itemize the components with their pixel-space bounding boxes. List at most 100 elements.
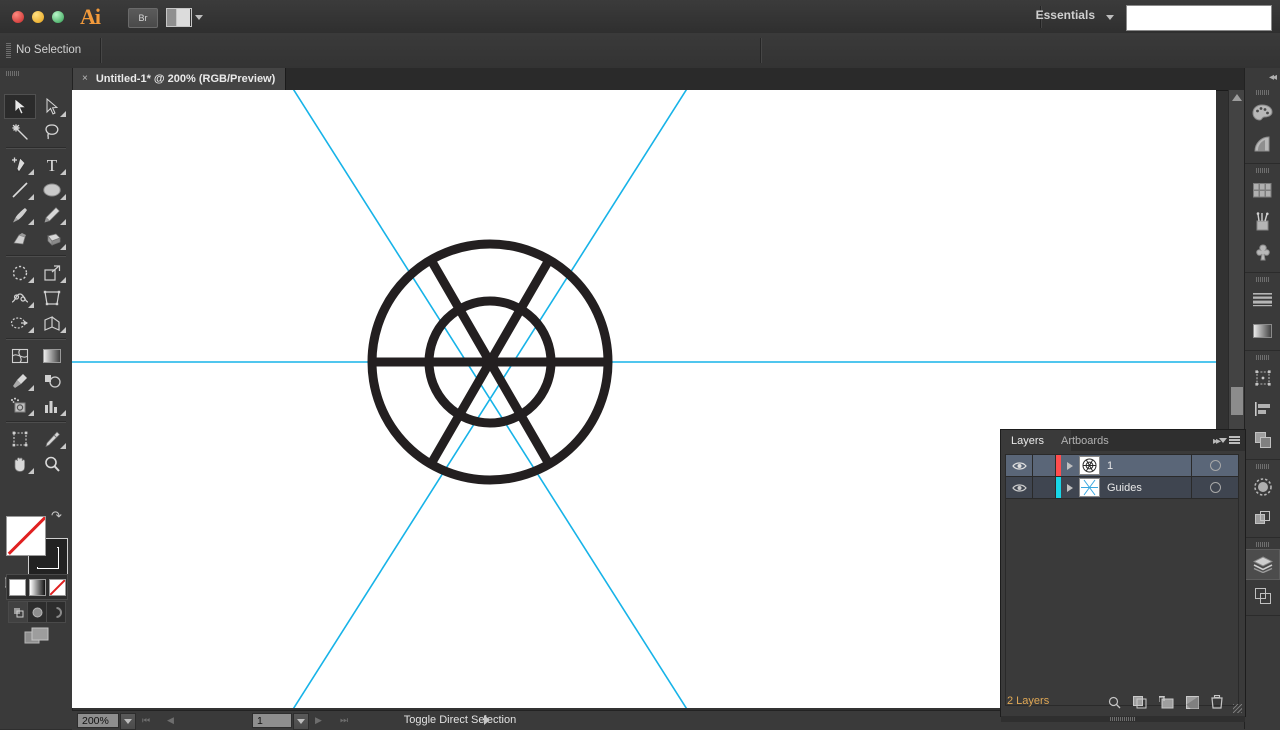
free-transform-tool[interactable] (36, 285, 68, 310)
color-panel-icon[interactable] (1245, 97, 1280, 128)
fill-color-swatch[interactable] (6, 516, 46, 556)
full-screen-with-menu-bar-button[interactable] (28, 602, 47, 622)
line-segment-tool[interactable] (4, 177, 36, 202)
pathfinder-panel-icon[interactable] (1245, 424, 1280, 455)
graphic-styles-panel-icon[interactable] (1245, 502, 1280, 533)
normal-screen-mode-button[interactable] (9, 602, 28, 622)
create-new-layer-icon[interactable] (1186, 695, 1199, 712)
dock-grip[interactable] (1255, 542, 1270, 547)
selection-tool[interactable] (4, 94, 36, 119)
swatches-panel-icon[interactable] (1245, 175, 1280, 206)
appearance-panel-icon[interactable] (1245, 471, 1280, 502)
slice-tool[interactable] (36, 426, 68, 451)
width-tool[interactable] (4, 285, 36, 310)
symbols-panel-icon[interactable] (1245, 237, 1280, 268)
mesh-tool[interactable] (4, 343, 36, 368)
gradient-swatch-button[interactable] (28, 578, 46, 596)
change-screen-mode-icon[interactable] (24, 626, 50, 646)
column-graph-tool[interactable] (36, 393, 68, 418)
go-to-bridge-button[interactable]: Br (128, 8, 158, 28)
make-clipping-mask-icon[interactable] (1133, 695, 1147, 712)
artboards-panel-icon[interactable] (1245, 580, 1280, 611)
workspace-chevron-down-icon[interactable] (1106, 15, 1114, 20)
gradient-tool[interactable] (36, 343, 68, 368)
swap-fill-stroke-icon[interactable]: ↷ (51, 508, 62, 524)
shape-builder-tool[interactable] (4, 310, 36, 335)
panel-bottom-grip[interactable] (1001, 716, 1245, 722)
full-screen-mode-button[interactable] (47, 602, 65, 622)
first-artboard-button[interactable]: ⏮ (142, 715, 150, 726)
layers-panel-icon[interactable] (1245, 549, 1280, 580)
pencil-tool[interactable] (36, 202, 68, 227)
scale-tool[interactable] (36, 260, 68, 285)
tools-panel-grip[interactable] (6, 71, 20, 76)
previous-artboard-button[interactable]: ◀ (167, 715, 174, 726)
paintbrush-tool[interactable] (4, 202, 36, 227)
type-tool[interactable]: T (36, 152, 68, 177)
hand-tool[interactable] (4, 451, 36, 476)
dock-grip[interactable] (1255, 277, 1270, 282)
maximize-window-button[interactable] (52, 11, 64, 23)
dock-grip[interactable] (1255, 355, 1270, 360)
panel-menu-icon[interactable] (1219, 436, 1240, 445)
gradient-panel-icon[interactable] (1245, 315, 1280, 346)
document-tab[interactable]: × Untitled-1* @ 200% (RGB/Preview) (72, 68, 287, 90)
lasso-tool[interactable] (36, 119, 68, 144)
symbol-sprayer-tool[interactable] (4, 393, 36, 418)
ellipse-tool[interactable] (36, 177, 68, 202)
toggle-visibility-icon[interactable] (1006, 455, 1033, 476)
create-new-sublayer-icon[interactable] (1158, 694, 1174, 712)
tab-artboards[interactable]: Artboards (1051, 430, 1119, 451)
vertical-scroll-thumb[interactable] (1231, 387, 1243, 415)
target-indicator[interactable] (1191, 455, 1238, 476)
rotate-tool[interactable] (4, 260, 36, 285)
none-swatch-button[interactable] (48, 578, 66, 596)
target-indicator[interactable] (1191, 477, 1238, 498)
perspective-grid-tool[interactable] (36, 310, 68, 335)
locate-object-icon[interactable] (1108, 696, 1121, 712)
pen-tool[interactable] (4, 152, 36, 177)
layer-row-1[interactable]: 1 (1006, 455, 1238, 477)
layer-name[interactable]: 1 (1107, 460, 1191, 472)
magic-wand-tool[interactable] (4, 119, 36, 144)
status-menu-icon[interactable] (484, 715, 490, 725)
transform-panel-icon[interactable] (1245, 362, 1280, 393)
expand-panels-icon[interactable]: ◂◂ (1269, 72, 1277, 83)
zoom-level-dropdown-button[interactable] (120, 713, 136, 730)
dock-grip[interactable] (1255, 464, 1270, 469)
panel-resize-handle[interactable] (1233, 704, 1242, 713)
delete-selection-icon[interactable] (1211, 694, 1223, 712)
stroke-panel-icon[interactable] (1245, 284, 1280, 315)
layer-name[interactable]: Guides (1107, 482, 1191, 494)
workspace-switcher[interactable]: Essentials (1036, 8, 1095, 22)
brushes-panel-icon[interactable] (1245, 206, 1280, 237)
toggle-lock-icon[interactable] (1033, 455, 1056, 476)
toggle-lock-icon[interactable] (1033, 477, 1056, 498)
artboard-dropdown-button[interactable] (293, 713, 309, 730)
align-panel-icon[interactable] (1245, 393, 1280, 424)
expand-layer-icon[interactable] (1061, 483, 1079, 492)
toggle-visibility-icon[interactable] (1006, 477, 1033, 498)
blend-tool[interactable] (36, 368, 68, 393)
close-window-button[interactable] (12, 11, 24, 23)
artboard-tool[interactable] (4, 426, 36, 451)
scroll-up-icon[interactable] (1232, 94, 1242, 101)
zoom-tool[interactable] (36, 451, 68, 476)
expand-layer-icon[interactable] (1061, 461, 1079, 470)
color-swatch-button[interactable] (8, 578, 26, 596)
window-controls[interactable] (12, 11, 64, 23)
arrange-documents-button[interactable] (166, 7, 208, 27)
direct-selection-tool[interactable] (36, 94, 68, 119)
search-input[interactable] (1126, 5, 1272, 31)
eyedropper-tool[interactable] (4, 368, 36, 393)
control-bar-grip[interactable] (6, 43, 11, 58)
dock-grip[interactable] (1255, 90, 1270, 95)
eraser-tool[interactable] (36, 227, 68, 252)
artboard-number-field[interactable]: 1 (252, 713, 292, 728)
zoom-level-field[interactable]: 200% (77, 713, 119, 728)
minimize-window-button[interactable] (32, 11, 44, 23)
layer-row-guides[interactable]: Guides (1006, 477, 1238, 499)
close-icon[interactable]: × (82, 74, 88, 84)
dock-grip[interactable] (1255, 168, 1270, 173)
color-guide-panel-icon[interactable] (1245, 128, 1280, 159)
